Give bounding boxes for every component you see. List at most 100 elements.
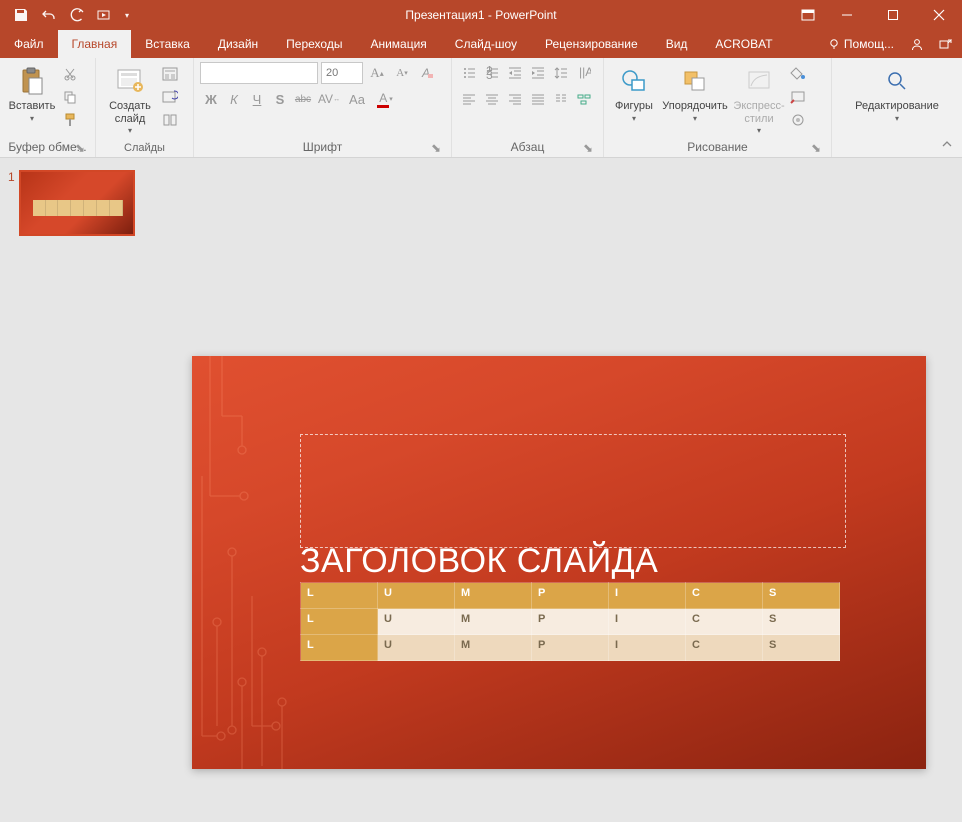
tell-me-label: Помощ... — [844, 37, 894, 51]
bold-button[interactable]: Ж — [200, 88, 222, 110]
slide-table[interactable]: LUMPICS LUMPICS LUMPICS — [300, 582, 840, 661]
paste-button[interactable]: Вставить ▾ — [6, 62, 58, 125]
content-placeholder[interactable] — [300, 434, 846, 548]
maximize-button[interactable] — [870, 0, 916, 30]
increase-font-size-button[interactable]: A▴ — [366, 62, 388, 84]
font-color-button[interactable]: A▾ — [371, 88, 399, 110]
window-controls — [792, 0, 962, 30]
ribbon-display-options-button[interactable] — [792, 0, 824, 30]
format-painter-button[interactable] — [60, 110, 80, 130]
thumbnail-item[interactable]: 1 — [8, 170, 148, 236]
group-paragraph: 123 ||A Абзац⬊ — [452, 58, 604, 157]
minimize-button[interactable] — [824, 0, 870, 30]
copy-button[interactable] — [60, 87, 80, 107]
convert-smartart-button[interactable] — [573, 88, 595, 110]
thumbnail-number: 1 — [8, 170, 15, 236]
ribbon: Вставить ▾ Буфер обме...⬊ Создать слайд … — [0, 58, 962, 158]
bullets-button[interactable] — [458, 62, 480, 84]
numbering-button[interactable]: 123 — [481, 62, 503, 84]
svg-text:3: 3 — [486, 68, 493, 80]
section-button[interactable] — [160, 110, 180, 130]
tab-design[interactable]: Дизайн — [204, 30, 272, 58]
align-center-button[interactable] — [481, 88, 503, 110]
font-dialog-launcher[interactable]: ⬊ — [429, 141, 443, 155]
group-drawing: Фигуры ▾ Упорядочить ▾ Экспресс-стили ▾ … — [604, 58, 832, 157]
ribbon-tabs: Файл Главная Вставка Дизайн Переходы Ани… — [0, 30, 962, 58]
thumbnail-pane[interactable]: 1 — [0, 158, 156, 822]
align-left-button[interactable] — [458, 88, 480, 110]
shape-fill-button[interactable] — [788, 64, 808, 84]
tab-acrobat[interactable]: ACROBAT — [701, 30, 786, 58]
clipboard-dialog-launcher[interactable]: ⬊ — [73, 141, 87, 155]
align-right-button[interactable] — [504, 88, 526, 110]
new-slide-button[interactable]: Создать слайд ▾ — [102, 62, 158, 137]
undo-button[interactable] — [36, 2, 62, 28]
line-spacing-button[interactable] — [550, 62, 572, 84]
text-shadow-button[interactable]: S — [269, 88, 291, 110]
close-button[interactable] — [916, 0, 962, 30]
group-paragraph-label: Абзац⬊ — [458, 140, 597, 157]
tab-file[interactable]: Файл — [0, 30, 58, 58]
lightbulb-icon — [828, 38, 840, 50]
table-row-header: LUMPICS — [301, 583, 840, 609]
new-slide-icon — [115, 64, 145, 98]
signin-button[interactable] — [904, 30, 930, 58]
quick-access-toolbar: ▾ — [0, 2, 134, 28]
char-spacing-button[interactable]: AV↔ — [315, 88, 343, 110]
justify-button[interactable] — [527, 88, 549, 110]
tab-home[interactable]: Главная — [58, 30, 132, 58]
slide-canvas[interactable]: ЗАГОЛОВОК СЛАЙДА LUMPICS LUMPICS LUMPICS — [192, 356, 926, 769]
chevron-down-icon: ▾ — [895, 114, 899, 123]
redo-button[interactable] — [64, 2, 90, 28]
share-button[interactable] — [932, 30, 958, 58]
decrease-indent-button[interactable] — [504, 62, 526, 84]
tab-transitions[interactable]: Переходы — [272, 30, 356, 58]
italic-button[interactable]: К — [223, 88, 245, 110]
reset-slide-button[interactable] — [160, 87, 180, 107]
save-button[interactable] — [8, 2, 34, 28]
font-name-input[interactable] — [200, 62, 318, 84]
change-case-button[interactable]: Aa — [344, 88, 370, 110]
slide-title[interactable]: ЗАГОЛОВОК СЛАЙДА — [300, 542, 658, 581]
chevron-down-icon: ▾ — [128, 126, 132, 135]
tab-view[interactable]: Вид — [652, 30, 702, 58]
tab-review[interactable]: Рецензирование — [531, 30, 652, 58]
shape-effects-button[interactable] — [788, 110, 808, 130]
strikethrough-button[interactable]: abc — [292, 88, 314, 110]
titlebar: ▾ Презентация1 - PowerPoint — [0, 0, 962, 30]
group-font: A▴ A▾ A Ж К Ч S abc AV↔ Aa A▾ Шрифт⬊ — [194, 58, 452, 157]
underline-button[interactable]: Ч — [246, 88, 268, 110]
tab-slideshow[interactable]: Слайд-шоу — [441, 30, 531, 58]
drawing-dialog-launcher[interactable]: ⬊ — [809, 141, 823, 155]
chevron-down-icon: ▾ — [757, 126, 761, 135]
tell-me-button[interactable]: Помощ... — [820, 30, 902, 58]
tab-animations[interactable]: Анимация — [356, 30, 440, 58]
group-clipboard: Вставить ▾ Буфер обме...⬊ — [0, 58, 96, 157]
columns-button[interactable] — [550, 88, 572, 110]
text-direction-button[interactable]: ||A — [573, 62, 595, 84]
qat-customize-button[interactable]: ▾ — [120, 2, 134, 28]
slide-layout-button[interactable] — [160, 64, 180, 84]
slide-area[interactable]: ЗАГОЛОВОК СЛАЙДА LUMPICS LUMPICS LUMPICS — [156, 158, 962, 822]
decrease-font-size-button[interactable]: A▾ — [391, 62, 413, 84]
arrange-button[interactable]: Упорядочить ▾ — [660, 62, 730, 125]
increase-indent-button[interactable] — [527, 62, 549, 84]
cut-button[interactable] — [60, 64, 80, 84]
collapse-ribbon-button[interactable] — [938, 135, 956, 153]
editing-button[interactable]: Редактирование ▾ — [849, 62, 945, 125]
paragraph-dialog-launcher[interactable]: ⬊ — [581, 141, 595, 155]
search-icon — [886, 64, 908, 98]
quick-styles-icon — [746, 64, 772, 98]
group-slides-label: Слайды — [102, 142, 187, 157]
start-from-beginning-button[interactable] — [92, 2, 118, 28]
shapes-button[interactable]: Фигуры ▾ — [610, 62, 658, 125]
thumbnail-slide-1[interactable] — [19, 170, 135, 236]
clear-formatting-button[interactable]: A — [416, 62, 438, 84]
clipboard-icon — [18, 64, 46, 98]
quick-styles-button[interactable]: Экспресс-стили ▾ — [732, 62, 786, 137]
tab-insert[interactable]: Вставка — [131, 30, 204, 58]
font-size-input[interactable] — [321, 62, 363, 84]
chevron-down-icon: ▾ — [632, 114, 636, 123]
shapes-icon — [620, 64, 648, 98]
shape-outline-button[interactable] — [788, 87, 808, 107]
